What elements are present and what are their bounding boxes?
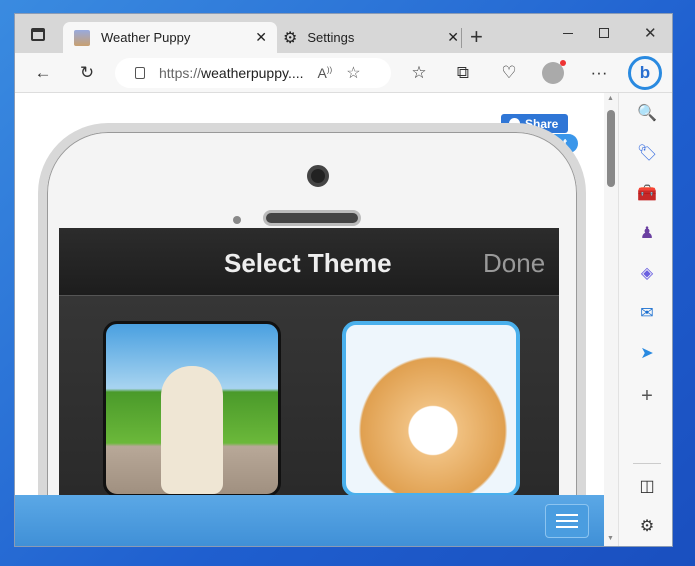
settings-icon[interactable]: ⚙ — [635, 514, 659, 538]
tools-icon[interactable]: 🧰 — [635, 181, 659, 205]
maximize-icon[interactable] — [599, 28, 609, 38]
tab-actions-icon[interactable] — [31, 28, 45, 41]
bottom-bar — [15, 495, 604, 546]
profile-avatar[interactable] — [539, 59, 567, 87]
app-header: Select Theme Done — [59, 228, 559, 296]
done-button[interactable]: Done — [483, 248, 545, 279]
drop-icon[interactable]: ➤ — [635, 341, 659, 365]
split-screen-icon[interactable]: ◫ — [635, 474, 659, 498]
close-tab-icon[interactable]: ✕ — [447, 29, 459, 46]
collections-icon[interactable]: ⧉ — [449, 59, 477, 87]
gear-icon: ⚙ — [283, 29, 298, 47]
lock-icon — [135, 67, 145, 79]
tab-weather-puppy[interactable]: Weather Puppy ✕ — [63, 22, 277, 53]
theme-pomeranian[interactable] — [342, 321, 520, 496]
sidebar: 🔍 🏷 🧰 ♟ ◈ ✉ ➤ + ◫ ⚙ — [618, 93, 672, 546]
read-aloud-icon[interactable]: A)) — [318, 65, 333, 81]
favorites-icon[interactable]: ☆ — [405, 59, 433, 87]
tab-label: Settings — [307, 30, 355, 45]
bing-copilot-icon[interactable]: b — [628, 56, 662, 90]
close-tab-icon[interactable]: ✕ — [255, 29, 267, 46]
search-icon[interactable]: 🔍 — [635, 101, 659, 125]
outlook-icon[interactable]: ✉ — [635, 301, 659, 325]
browser-essentials-icon[interactable]: ♡ — [495, 59, 523, 87]
theme-puppy-lawn[interactable] — [103, 321, 281, 496]
scroll-thumb[interactable] — [607, 110, 615, 187]
add-favorite-icon[interactable]: ☆ — [346, 63, 360, 83]
camera-icon — [307, 165, 329, 187]
pomeranian-image — [358, 337, 508, 493]
puppy-favicon-icon — [74, 29, 90, 46]
minimize-icon[interactable] — [563, 33, 573, 34]
divider — [461, 28, 462, 48]
toolbar: ← ↻ https:// weatherpuppy.... A)) ☆ ☆ ⧉ … — [15, 53, 672, 93]
browser-window: Weather Puppy ✕ ⚙ Settings ✕ + ✕ ← ↻ htt… — [14, 13, 673, 547]
shopping-tag-icon[interactable]: 🏷 — [635, 141, 659, 165]
back-icon[interactable]: ← — [29, 59, 57, 87]
refresh-icon[interactable]: ↻ — [73, 59, 101, 87]
games-icon[interactable]: ♟ — [635, 221, 659, 245]
close-window-icon[interactable]: ✕ — [644, 24, 657, 42]
menu-button[interactable] — [545, 504, 589, 538]
new-tab-icon[interactable]: + — [470, 24, 483, 50]
scroll-up-icon[interactable]: ▲ — [607, 95, 614, 102]
address-bar[interactable]: https:// weatherpuppy.... A)) ☆ — [115, 58, 391, 88]
url-scheme: https:// — [159, 65, 202, 81]
sensor — [233, 216, 241, 224]
speaker — [263, 210, 361, 226]
url-host: weatherpuppy.... — [201, 65, 304, 81]
app-title: Select Theme — [224, 248, 392, 278]
more-icon[interactable]: ··· — [585, 59, 613, 87]
tab-label: Weather Puppy — [101, 30, 191, 45]
vertical-scrollbar[interactable]: ▲ ▼ — [604, 93, 618, 546]
add-icon[interactable]: + — [635, 384, 659, 408]
web-content: Share Tweet Select Theme Done — [15, 93, 604, 546]
hamburger-icon — [556, 514, 578, 528]
microsoft-365-icon[interactable]: ◈ — [635, 261, 659, 285]
app-screen: Select Theme Done — [59, 228, 559, 496]
sidebar-divider — [633, 463, 661, 464]
scroll-down-icon[interactable]: ▼ — [607, 535, 614, 542]
puppy-image — [161, 366, 223, 494]
tab-bar: Weather Puppy ✕ ⚙ Settings ✕ + ✕ — [15, 14, 672, 53]
tab-settings[interactable]: ⚙ Settings ✕ — [277, 22, 465, 53]
